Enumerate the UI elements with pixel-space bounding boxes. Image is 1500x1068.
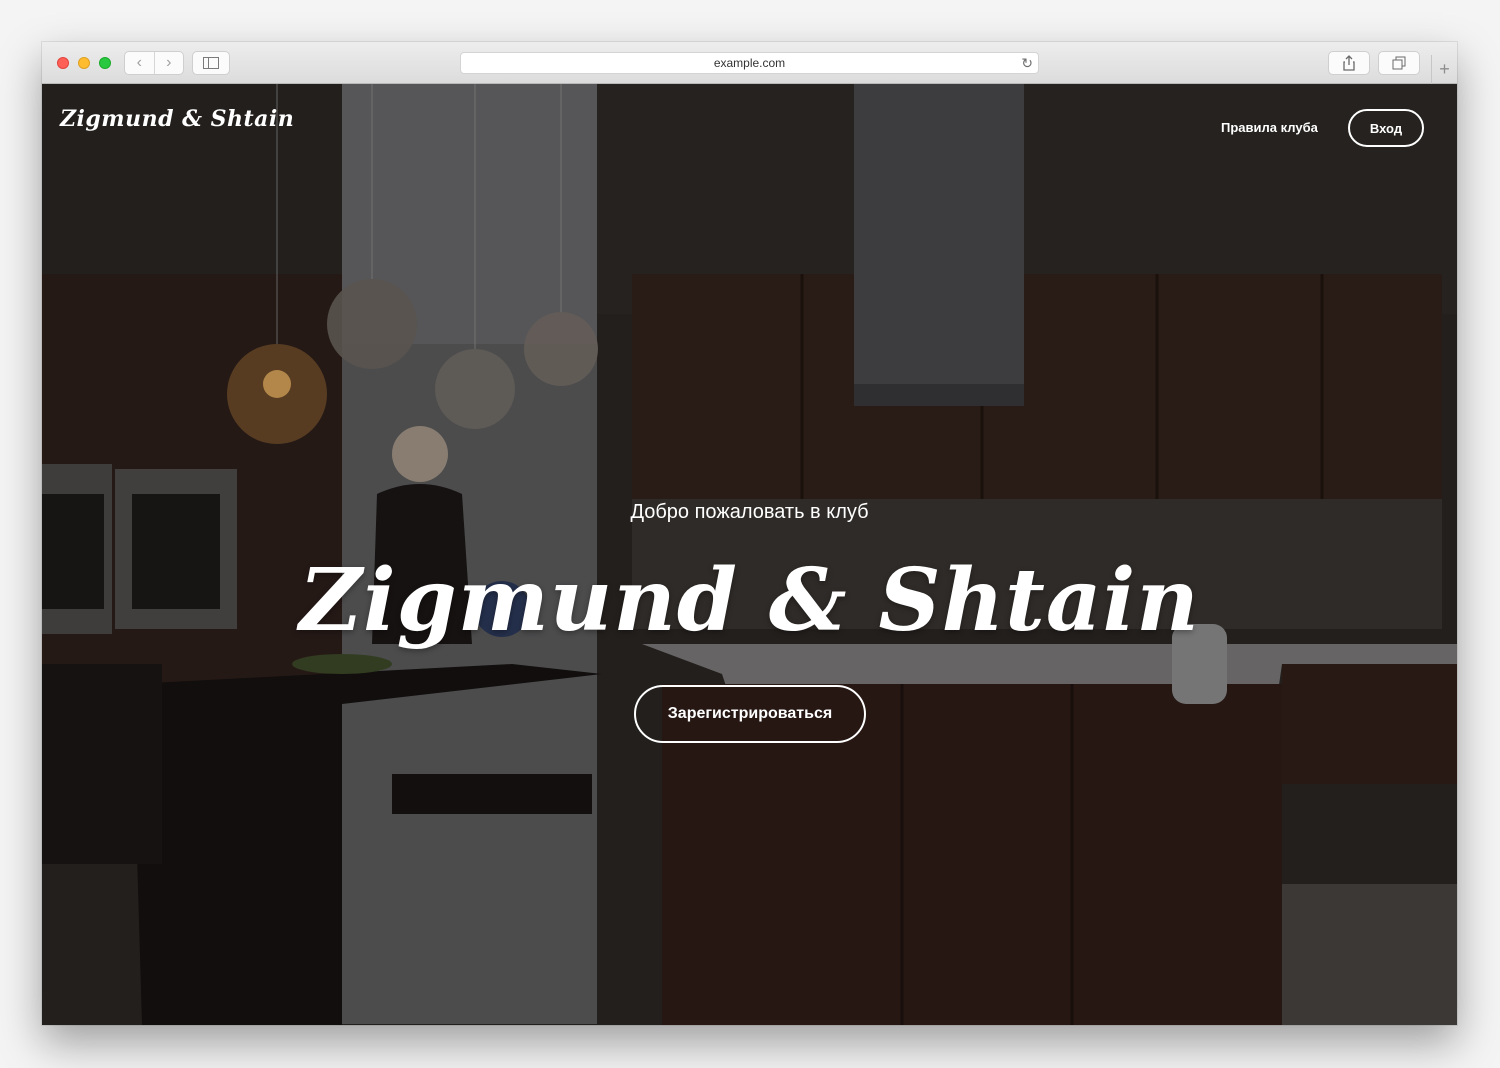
address-bar[interactable]: example.com ↻ [460,52,1039,74]
plus-icon[interactable]: + [1431,55,1457,84]
close-window-button[interactable] [57,57,69,69]
tabs-overview-button[interactable] [1378,51,1420,75]
sidebar-icon [203,57,219,69]
maximize-window-button[interactable] [99,57,111,69]
site-logo[interactable]: Zigmund & Shtain [60,106,294,132]
history-nav: ‹ › [124,51,184,75]
hero-brand-title: Zigmund & Shtain [299,550,1200,651]
share-button[interactable] [1328,51,1370,75]
reload-icon[interactable]: ↻ [1021,55,1033,72]
chevron-right-icon[interactable]: › [153,52,184,74]
chevron-left-icon[interactable]: ‹ [125,52,154,74]
share-icon [1343,55,1355,71]
minimize-window-button[interactable] [78,57,90,69]
hero-welcome-text: Добро пожаловать в клуб [630,501,869,523]
register-button[interactable]: Зарегистрироваться [634,685,866,743]
browser-toolbar: ‹ › example.com ↻ + [42,42,1457,84]
sidebar-toggle-button[interactable] [192,51,230,75]
url-text: example.com [713,56,786,70]
hero-section: Zigmund & Shtain Правила клуба Вход Добр… [42,84,1457,1025]
nav-club-rules-link[interactable]: Правила клуба [1221,120,1318,135]
login-button[interactable]: Вход [1348,109,1424,147]
tabs-icon [1392,56,1406,70]
browser-window: ‹ › example.com ↻ + Zigmund & Shtain Пра… [42,42,1457,1025]
